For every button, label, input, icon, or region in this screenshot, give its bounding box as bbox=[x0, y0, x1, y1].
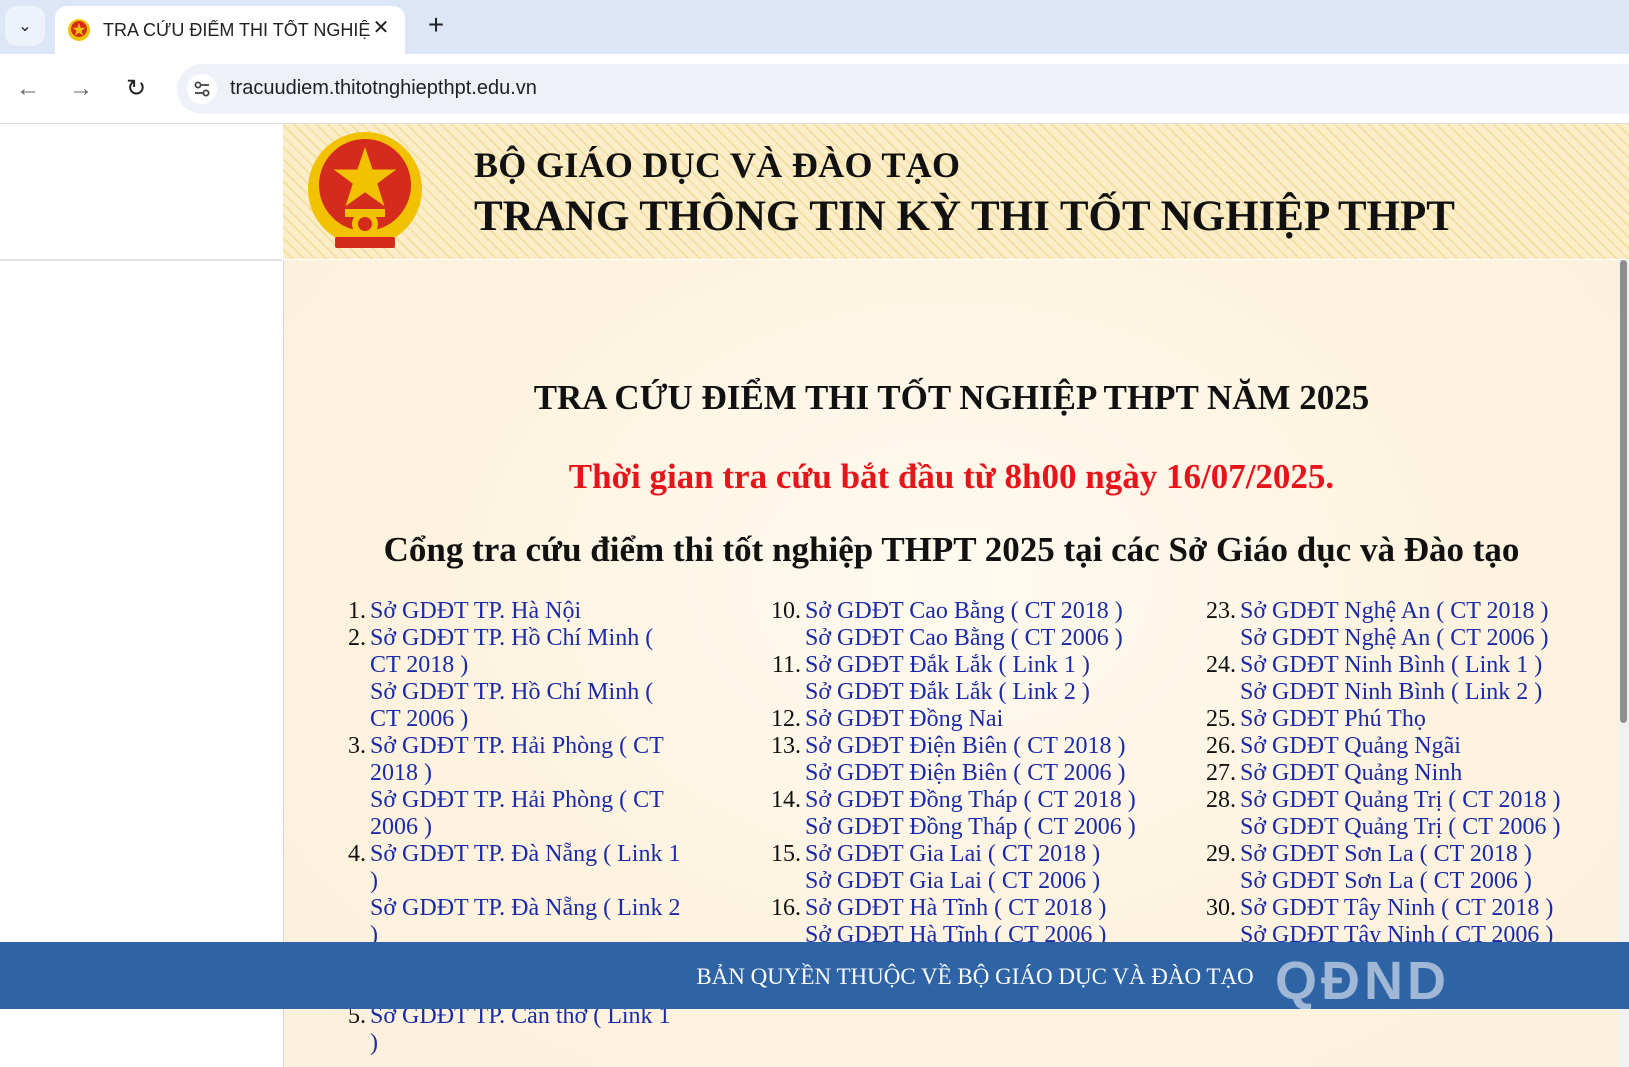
tab-list-button[interactable]: ⌄ bbox=[5, 6, 45, 46]
department-link[interactable]: Sở GDĐT TP. Hồ Chí Minh ( CT 2018 ) bbox=[370, 625, 684, 679]
department-link[interactable]: Sở GDĐT Quảng Trị ( CT 2018 ) bbox=[1240, 787, 1604, 814]
department-link[interactable]: Sở GDĐT Đồng Nai bbox=[805, 706, 1149, 733]
department-list-col-3: 23. Sở GDĐT Nghệ An ( CT 2018 ) Sở GDĐT Ng… bbox=[1184, 598, 1604, 949]
list-item: 1. Sở GDĐT TP. Hà Nội bbox=[314, 598, 684, 625]
list-item: 25. Sở GDĐT Phú Thọ bbox=[1184, 706, 1604, 733]
list-item-number: 10. bbox=[771, 598, 801, 624]
department-link[interactable]: Sở GDĐT TP. Hồ Chí Minh ( CT 2006 ) bbox=[370, 679, 684, 733]
department-link[interactable]: Sở GDĐT Cao Bằng ( CT 2006 ) bbox=[805, 625, 1149, 652]
list-item: 26. Sở GDĐT Quảng Ngãi bbox=[1184, 733, 1604, 760]
list-item: 10. Sở GDĐT Cao Bằng ( CT 2018 ) Sở GDĐT C… bbox=[749, 598, 1149, 652]
list-item: 11. Sở GDĐT Đắk Lắk ( Link 1 ) Sở GDĐT Đắk… bbox=[749, 652, 1149, 706]
list-item: 27. Sở GDĐT Quảng Ninh bbox=[1184, 760, 1604, 787]
list-item-number: 26. bbox=[1206, 733, 1236, 759]
department-link[interactable]: Sở GDĐT Cao Bằng ( CT 2018 ) bbox=[805, 598, 1149, 625]
list-item-number: 27. bbox=[1206, 760, 1236, 786]
list-item: 30. Sở GDĐT Tây Ninh ( CT 2018 ) Sở GDĐT T… bbox=[1184, 895, 1604, 949]
portal-heading: Cổng tra cứu điểm thi tốt nghiệp THPT 20… bbox=[383, 530, 1520, 569]
list-item-number: 24. bbox=[1206, 652, 1236, 678]
department-list-col-2: 10. Sở GDĐT Cao Bằng ( CT 2018 ) Sở GDĐT C… bbox=[749, 598, 1149, 949]
list-item-number: 3. bbox=[348, 733, 366, 759]
list-item-number: 16. bbox=[771, 895, 801, 921]
list-item: 13. Sở GDĐT Điện Biên ( CT 2018 ) Sở GDĐT … bbox=[749, 733, 1149, 787]
list-item-number: 28. bbox=[1206, 787, 1236, 813]
url-text[interactable]: tracuudiem.thitotnghiepthpt.edu.vn bbox=[230, 77, 537, 100]
department-link[interactable]: Sở GDĐT Sơn La ( CT 2018 ) bbox=[1240, 841, 1604, 868]
new-tab-icon[interactable]: + bbox=[420, 10, 452, 42]
footer: BẢN QUYỀN THUỘC VỀ BỘ GIÁO DỤC VÀ ĐÀO TẠ… bbox=[0, 942, 1629, 1011]
department-link[interactable]: Sở GDĐT Nghệ An ( CT 2018 ) bbox=[1240, 598, 1604, 625]
department-link[interactable]: Sở GDĐT Đồng Tháp ( CT 2018 ) bbox=[805, 787, 1149, 814]
department-link[interactable]: Sở GDĐT Quảng Trị ( CT 2006 ) bbox=[1240, 814, 1604, 841]
page-viewport: BỘ GIÁO DỤC VÀ ĐÀO TẠO TRANG THÔNG TIN K… bbox=[0, 124, 1629, 1067]
department-link[interactable]: Sở GDĐT Nghệ An ( CT 2006 ) bbox=[1240, 625, 1604, 652]
department-link[interactable]: Sở GDĐT Ninh Bình ( Link 1 ) bbox=[1240, 652, 1604, 679]
department-link[interactable]: Sở GDĐT TP. Hải Phòng ( CT 2018 ) bbox=[370, 733, 684, 787]
tab-title: TRA CỨU ĐIỂM THI TỐT NGHIỆP bbox=[103, 20, 371, 40]
list-item: 29. Sở GDĐT Sơn La ( CT 2018 ) Sở GDĐT Sơn… bbox=[1184, 841, 1604, 895]
scrollbar-thumb[interactable] bbox=[1620, 260, 1627, 723]
list-item: 16. Sở GDĐT Hà Tĩnh ( CT 2018 ) Sở GDĐT Hà… bbox=[749, 895, 1149, 949]
department-link[interactable]: Sở GDĐT Đắk Lắk ( Link 1 ) bbox=[805, 652, 1149, 679]
org-name: BỘ GIÁO DỤC VÀ ĐÀO TẠO bbox=[474, 145, 961, 185]
list-item: 15. Sở GDĐT Gia Lai ( CT 2018 ) Sở GDĐT Gi… bbox=[749, 841, 1149, 895]
list-item-number: 23. bbox=[1206, 598, 1236, 624]
list-item: 5. Sở GDĐT TP. Cần thơ ( Link 1 ) bbox=[314, 1003, 684, 1057]
list-item: 3. Sở GDĐT TP. Hải Phòng ( CT 2018 ) Sở GD… bbox=[314, 733, 684, 841]
department-link[interactable]: Sở GDĐT Đắk Lắk ( Link 2 ) bbox=[805, 679, 1149, 706]
list-item-number: 15. bbox=[771, 841, 801, 867]
list-item-number: 2. bbox=[348, 625, 366, 651]
national-emblem-icon bbox=[308, 132, 422, 248]
list-item-number: 29. bbox=[1206, 841, 1236, 867]
department-link[interactable]: Sở GDĐT Hà Tĩnh ( CT 2018 ) bbox=[805, 895, 1149, 922]
list-item: 14. Sở GDĐT Đồng Tháp ( CT 2018 ) Sở GDĐT … bbox=[749, 787, 1149, 841]
department-link[interactable]: Sở GDĐT Tây Ninh ( CT 2018 ) bbox=[1240, 895, 1604, 922]
department-link[interactable]: Sở GDĐT TP. Hải Phòng ( CT 2006 ) bbox=[370, 787, 684, 841]
department-link[interactable]: Sở GDĐT TP. Hà Nội bbox=[370, 598, 684, 625]
page-title: TRA CỨU ĐIỂM THI TỐT NGHIỆP THPT NĂM 202… bbox=[533, 378, 1370, 417]
department-link[interactable]: Sở GDĐT Quảng Ngãi bbox=[1240, 733, 1604, 760]
department-link[interactable]: Sở GDĐT TP. Cần thơ ( Link 1 ) bbox=[370, 1003, 684, 1057]
back-arrow-icon[interactable]: ← bbox=[10, 72, 46, 108]
list-item-number: 1. bbox=[348, 598, 366, 624]
forward-arrow-icon[interactable]: → bbox=[63, 72, 99, 108]
reload-icon[interactable]: ↻ bbox=[118, 72, 154, 108]
list-item: 2. Sở GDĐT TP. Hồ Chí Minh ( CT 2018 ) Sở … bbox=[314, 625, 684, 733]
browser-toolbar: ← → ↻ tracuudiem.thitotnghiepthpt.edu.vn bbox=[0, 54, 1629, 124]
department-link[interactable]: Sở GDĐT Gia Lai ( CT 2006 ) bbox=[805, 868, 1149, 895]
header-divider bbox=[0, 259, 282, 261]
list-item: 24. Sở GDĐT Ninh Bình ( Link 1 ) Sở GDĐT N… bbox=[1184, 652, 1604, 706]
department-link[interactable]: Sở GDĐT Phú Thọ bbox=[1240, 706, 1604, 733]
list-item-number: 25. bbox=[1206, 706, 1236, 732]
close-icon[interactable]: ✕ bbox=[369, 16, 393, 40]
watermark-logo: QĐND bbox=[1275, 951, 1450, 1011]
department-link[interactable]: Sở GDĐT TP. Đà Nẵng ( Link 1 ) bbox=[370, 841, 684, 895]
list-item-number: 12. bbox=[771, 706, 801, 732]
list-item-number: 4. bbox=[348, 841, 366, 867]
list-item: 28. Sở GDĐT Quảng Trị ( CT 2018 ) Sở GDĐT … bbox=[1184, 787, 1604, 841]
department-link[interactable]: Sở GDĐT Điện Biên ( CT 2018 ) bbox=[805, 733, 1149, 760]
address-bar[interactable]: tracuudiem.thitotnghiepthpt.edu.vn bbox=[177, 64, 1629, 114]
list-item-number: 11. bbox=[771, 652, 801, 678]
department-link[interactable]: Sở GDĐT Gia Lai ( CT 2018 ) bbox=[805, 841, 1149, 868]
list-item: 12. Sở GDĐT Đồng Nai bbox=[749, 706, 1149, 733]
list-item-number: 13. bbox=[771, 733, 801, 759]
department-link[interactable]: Sở GDĐT Ninh Bình ( Link 2 ) bbox=[1240, 679, 1604, 706]
chevron-down-icon: ⌄ bbox=[18, 18, 32, 35]
list-item: 23. Sở GDĐT Nghệ An ( CT 2018 ) Sở GDĐT Ng… bbox=[1184, 598, 1604, 652]
time-notice: Thời gian tra cứu bắt đầu từ 8h00 ngày 1… bbox=[568, 457, 1335, 496]
department-link[interactable]: Sở GDĐT Điện Biên ( CT 2006 ) bbox=[805, 760, 1149, 787]
department-link[interactable]: Sở GDĐT Sơn La ( CT 2006 ) bbox=[1240, 868, 1604, 895]
tab-strip: ⌄ TRA CỨU ĐIỂM THI TỐT NGHIỆP ✕ + bbox=[0, 0, 1629, 54]
site-name: TRANG THÔNG TIN KỲ THI TỐT NGHIỆP THPT bbox=[474, 193, 1455, 240]
department-link[interactable]: Sở GDĐT TP. Đà Nẵng ( Link 2 ) bbox=[370, 895, 684, 949]
emblem-icon bbox=[68, 19, 90, 41]
site-banner: BỘ GIÁO DỤC VÀ ĐÀO TẠO TRANG THÔNG TIN K… bbox=[283, 124, 1629, 259]
list-item-number: 30. bbox=[1206, 895, 1236, 921]
department-link[interactable]: Sở GDĐT Quảng Ninh bbox=[1240, 760, 1604, 787]
department-link[interactable]: Sở GDĐT Đồng Tháp ( CT 2006 ) bbox=[805, 814, 1149, 841]
site-info-icon[interactable] bbox=[187, 74, 217, 104]
active-tab[interactable]: TRA CỨU ĐIỂM THI TỐT NGHIỆP ✕ bbox=[55, 6, 405, 54]
list-item-number: 14. bbox=[771, 787, 801, 813]
